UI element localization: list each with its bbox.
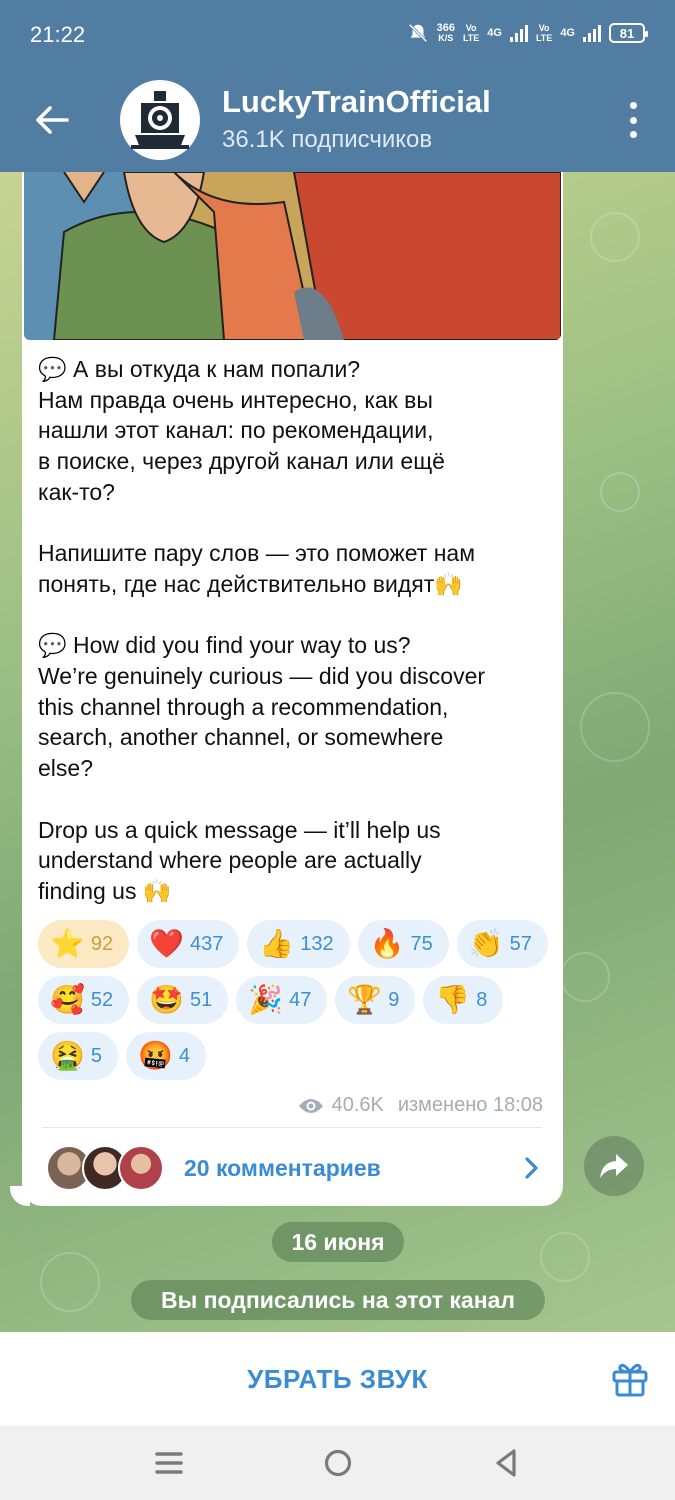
- subscriber-count: 36.1K подписчиков: [222, 126, 433, 153]
- reaction-emoji: 👎: [435, 984, 471, 1015]
- system-nav-bar: [0, 1426, 675, 1500]
- reaction-count: 437: [190, 932, 224, 955]
- post-meta: 40.6K изменено 18:08: [298, 1094, 543, 1117]
- reaction-button[interactable]: 🤮 5: [38, 1032, 118, 1080]
- bottom-bar: УБРАТЬ ЗВУК: [0, 1332, 675, 1426]
- home-button[interactable]: [321, 1446, 355, 1480]
- volte-1: Vo LTE: [462, 23, 480, 43]
- share-button[interactable]: [584, 1136, 644, 1196]
- reaction-emoji: 🤩: [149, 984, 184, 1015]
- reaction-emoji: ⭐: [50, 928, 85, 959]
- reaction-count: 92: [90, 932, 114, 955]
- chevron-right-icon: [525, 1157, 538, 1179]
- reaction-emoji: 👏: [468, 928, 504, 959]
- back-button[interactable]: [490, 1446, 524, 1480]
- reaction-emoji: 🏆: [347, 984, 383, 1015]
- reaction-button[interactable]: ❤️ 437: [137, 920, 240, 968]
- service-message: Вы подписались на этот канал: [131, 1280, 545, 1320]
- eye-icon: [298, 1098, 323, 1113]
- more-vertical-icon[interactable]: [627, 102, 639, 138]
- reaction-button[interactable]: 👎 8: [423, 976, 504, 1024]
- arrow-left-icon[interactable]: [34, 104, 70, 136]
- volte-2: Vo LTE: [535, 23, 553, 43]
- post-text: 💬 А вы откуда к нам попали? Нам правда о…: [38, 356, 486, 904]
- reaction-button[interactable]: 🤬 4: [126, 1032, 206, 1080]
- reaction-button[interactable]: 🔥 75: [357, 920, 449, 968]
- channel-post[interactable]: 💬 А вы откуда к нам попали? Нам правда о…: [22, 172, 563, 1206]
- train-logo-icon: [131, 91, 189, 149]
- share-icon: [600, 1154, 628, 1178]
- reaction-emoji: 🤬: [138, 1040, 173, 1071]
- battery-icon: 81: [609, 23, 648, 43]
- reaction-count: 5: [90, 1044, 102, 1067]
- reaction-count: 75: [410, 932, 433, 955]
- date-separator: 16 июня: [272, 1222, 404, 1262]
- reaction-emoji: ❤️: [149, 928, 184, 959]
- reaction-button[interactable]: 🤩 51: [137, 976, 229, 1024]
- reaction-count: 52: [90, 988, 114, 1011]
- network-2: 4G: [560, 27, 575, 39]
- comments-button[interactable]: 20 комментариев: [46, 1140, 546, 1196]
- reaction-count: 8: [476, 988, 488, 1011]
- reaction-emoji: 🔥: [369, 928, 405, 959]
- reaction-count: 9: [388, 988, 400, 1011]
- reaction-emoji: 👍: [259, 928, 295, 959]
- comments-count: 20 комментариев: [184, 1154, 381, 1181]
- commenter-avatars: [46, 1145, 164, 1191]
- reaction-button[interactable]: 👏 57: [456, 920, 548, 968]
- network-1: 4G: [487, 27, 502, 39]
- signal-icon: [509, 24, 528, 42]
- reaction-emoji: 🤮: [50, 1040, 85, 1071]
- chat-background: 💬 А вы откуда к нам попали? Нам правда о…: [0, 172, 675, 1332]
- reaction-count: 4: [178, 1044, 190, 1067]
- reaction-button[interactable]: 👍 132: [247, 920, 350, 968]
- post-image[interactable]: [24, 172, 561, 340]
- reaction-count: 57: [509, 932, 532, 955]
- reaction-count: 51: [190, 988, 213, 1011]
- top-bar: 21:22 366 K/S Vo LTE 4G Vo LTE 4G 81 LuckyT…: [0, 0, 675, 172]
- reaction-emoji: 🥰: [50, 984, 85, 1015]
- avatar: [118, 1145, 164, 1191]
- channel-avatar[interactable]: [120, 80, 200, 160]
- reaction-button[interactable]: 🏆 9: [335, 976, 416, 1024]
- status-time: 21:22: [30, 22, 86, 47]
- reaction-button[interactable]: ⭐ 92: [38, 920, 130, 968]
- reaction-button[interactable]: 🥰 52: [38, 976, 130, 1024]
- bell-off-icon: [408, 23, 427, 43]
- divider: [42, 1127, 542, 1128]
- view-count: 40.6K: [331, 1094, 384, 1116]
- recent-apps-button[interactable]: [152, 1446, 186, 1480]
- channel-title[interactable]: LuckyTrainOfficial: [222, 84, 491, 120]
- reactions-row: ⭐ 92 ❤️ 437 👍 132 🔥 75 👏 57 🥰 52 🤩 51 🎉 47 🏆 9 👎 8 🤮 5 🤬 4: [38, 920, 548, 1080]
- reaction-emoji: 🎉: [248, 984, 284, 1015]
- mute-button[interactable]: УБРАТЬ ЗВУК: [0, 1332, 675, 1426]
- reaction-count: 47: [289, 988, 312, 1011]
- gift-icon[interactable]: [611, 1360, 649, 1398]
- reaction-button[interactable]: 🎉 47: [236, 976, 328, 1024]
- reaction-count: 132: [300, 932, 334, 955]
- net-speed: 366 K/S: [436, 22, 455, 44]
- status-bar: 21:22 366 K/S Vo LTE 4G Vo LTE 4G 81: [0, 0, 675, 72]
- status-icons: 366 K/S Vo LTE 4G Vo LTE 4G 81: [407, 22, 648, 44]
- edited-label: изменено 18:08: [397, 1094, 543, 1116]
- signal-icon-2: [583, 24, 601, 42]
